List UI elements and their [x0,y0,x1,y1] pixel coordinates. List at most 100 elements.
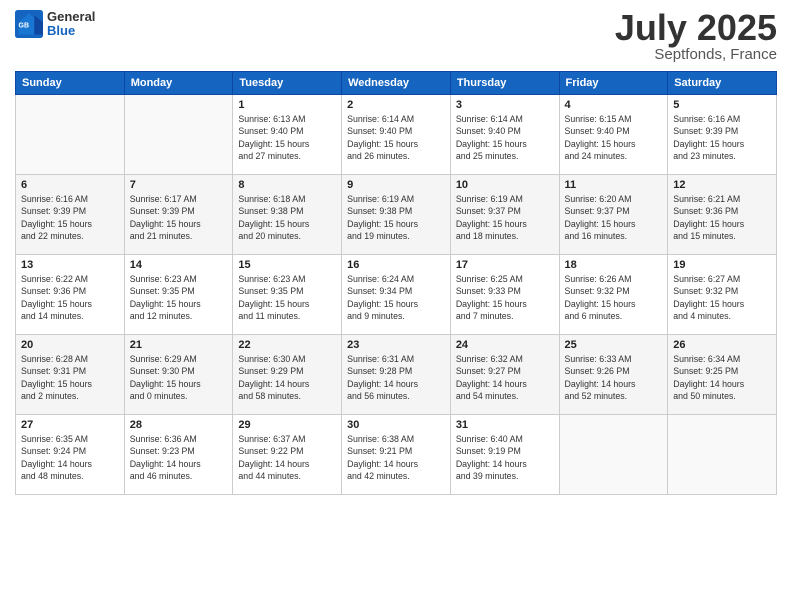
calendar-week-row: 6 Sunrise: 6:16 AM Sunset: 9:39 PM Daylig… [16,175,777,255]
table-row: 2 Sunrise: 6:14 AM Sunset: 9:40 PM Daylig… [342,95,451,175]
table-row: 21Sunrise: 6:29 AM Sunset: 9:30 PM Dayli… [124,335,233,415]
table-row: 25Sunrise: 6:33 AM Sunset: 9:26 PM Dayli… [559,335,668,415]
table-row [124,95,233,175]
day-info: Sunrise: 6:23 AM Sunset: 9:35 PM Dayligh… [238,273,336,322]
day-info: Sunrise: 6:18 AM Sunset: 9:38 PM Dayligh… [238,193,336,242]
day-info: Sunrise: 6:36 AM Sunset: 9:23 PM Dayligh… [130,433,228,482]
table-row: 22 Sunrise: 6:30 AM Sunset: 9:29 PM Dayli… [233,335,342,415]
page-header: GB General Blue July 2025 Septfonds, Fra… [15,10,777,63]
table-row [559,415,668,495]
svg-text:GB: GB [19,23,30,30]
table-row: 27 Sunrise: 6:35 AM Sunset: 9:24 PM Dayli… [16,415,125,495]
day-info: Sunrise: 6:38 AM Sunset: 9:21 PM Dayligh… [347,433,445,482]
table-row: 26Sunrise: 6:34 AM Sunset: 9:25 PM Dayli… [668,335,777,415]
day-info: Sunrise: 6:25 AM Sunset: 9:33 PM Dayligh… [456,273,554,322]
day-info: Sunrise: 6:16 AM Sunset: 9:39 PM Dayligh… [21,193,119,242]
day-number: 9 [347,179,445,191]
day-number: 17 [456,259,554,271]
day-info: Sunrise: 6:21 AM Sunset: 9:36 PM Dayligh… [673,193,771,242]
day-number: 19 [673,259,771,271]
day-info: Sunrise: 6:30 AM Sunset: 9:29 PM Dayligh… [238,353,336,402]
table-row: 5Sunrise: 6:16 AM Sunset: 9:39 PM Daylig… [668,95,777,175]
day-number: 15 [238,259,336,271]
table-row: 3 Sunrise: 6:14 AM Sunset: 9:40 PM Daylig… [450,95,559,175]
table-row: 20Sunrise: 6:28 AM Sunset: 9:31 PM Dayli… [16,335,125,415]
table-row: 7 Sunrise: 6:17 AM Sunset: 9:39 PM Daylig… [124,175,233,255]
table-row: 31Sunrise: 6:40 AM Sunset: 9:19 PM Dayli… [450,415,559,495]
col-wednesday: Wednesday [342,72,451,95]
table-row: 9 Sunrise: 6:19 AM Sunset: 9:38 PM Daylig… [342,175,451,255]
table-row: 16Sunrise: 6:24 AM Sunset: 9:34 PM Dayli… [342,255,451,335]
calendar-week-row: 20Sunrise: 6:28 AM Sunset: 9:31 PM Dayli… [16,335,777,415]
day-info: Sunrise: 6:32 AM Sunset: 9:27 PM Dayligh… [456,353,554,402]
day-info: Sunrise: 6:26 AM Sunset: 9:32 PM Dayligh… [565,273,663,322]
day-number: 6 [21,179,119,191]
day-number: 18 [565,259,663,271]
day-info: Sunrise: 6:13 AM Sunset: 9:40 PM Dayligh… [238,113,336,162]
day-number: 28 [130,419,228,431]
table-row [16,95,125,175]
day-number: 4 [565,99,663,111]
calendar-title: July 2025 [615,10,777,46]
day-info: Sunrise: 6:23 AM Sunset: 9:35 PM Dayligh… [130,273,228,322]
day-info: Sunrise: 6:19 AM Sunset: 9:38 PM Dayligh… [347,193,445,242]
logo-general: General [47,10,95,24]
logo: GB General Blue [15,10,95,39]
day-info: Sunrise: 6:17 AM Sunset: 9:39 PM Dayligh… [130,193,228,242]
day-number: 1 [238,99,336,111]
col-friday: Friday [559,72,668,95]
day-number: 14 [130,259,228,271]
day-number: 22 [238,339,336,351]
day-info: Sunrise: 6:35 AM Sunset: 9:24 PM Dayligh… [21,433,119,482]
table-row: 29Sunrise: 6:37 AM Sunset: 9:22 PM Dayli… [233,415,342,495]
day-number: 13 [21,259,119,271]
day-number: 8 [238,179,336,191]
day-info: Sunrise: 6:27 AM Sunset: 9:32 PM Dayligh… [673,273,771,322]
day-info: Sunrise: 6:19 AM Sunset: 9:37 PM Dayligh… [456,193,554,242]
table-row: 23 Sunrise: 6:31 AM Sunset: 9:28 PM Dayli… [342,335,451,415]
day-info: Sunrise: 6:33 AM Sunset: 9:26 PM Dayligh… [565,353,663,402]
day-info: Sunrise: 6:37 AM Sunset: 9:22 PM Dayligh… [238,433,336,482]
table-row [668,415,777,495]
day-info: Sunrise: 6:14 AM Sunset: 9:40 PM Dayligh… [456,113,554,162]
table-row: 4 Sunrise: 6:15 AM Sunset: 9:40 PM Daylig… [559,95,668,175]
title-block: July 2025 Septfonds, France [615,10,777,63]
table-row: 11Sunrise: 6:20 AM Sunset: 9:37 PM Dayli… [559,175,668,255]
day-info: Sunrise: 6:31 AM Sunset: 9:28 PM Dayligh… [347,353,445,402]
calendar-page: GB General Blue July 2025 Septfonds, Fra… [0,0,792,612]
table-row: 12Sunrise: 6:21 AM Sunset: 9:36 PM Dayli… [668,175,777,255]
day-info: Sunrise: 6:29 AM Sunset: 9:30 PM Dayligh… [130,353,228,402]
day-info: Sunrise: 6:15 AM Sunset: 9:40 PM Dayligh… [565,113,663,162]
col-thursday: Thursday [450,72,559,95]
day-number: 24 [456,339,554,351]
logo-icon: GB [15,10,43,38]
table-row: 13 Sunrise: 6:22 AM Sunset: 9:36 PM Dayli… [16,255,125,335]
day-number: 10 [456,179,554,191]
day-number: 27 [21,419,119,431]
calendar-header-row: Sunday Monday Tuesday Wednesday Thursday… [16,72,777,95]
day-info: Sunrise: 6:22 AM Sunset: 9:36 PM Dayligh… [21,273,119,322]
day-info: Sunrise: 6:28 AM Sunset: 9:31 PM Dayligh… [21,353,119,402]
table-row: 19 Sunrise: 6:27 AM Sunset: 9:32 PM Dayli… [668,255,777,335]
table-row: 15 Sunrise: 6:23 AM Sunset: 9:35 PM Dayli… [233,255,342,335]
day-number: 7 [130,179,228,191]
day-number: 23 [347,339,445,351]
logo-text: General Blue [47,10,95,39]
table-row: 8 Sunrise: 6:18 AM Sunset: 9:38 PM Daylig… [233,175,342,255]
day-info: Sunrise: 6:14 AM Sunset: 9:40 PM Dayligh… [347,113,445,162]
day-number: 3 [456,99,554,111]
col-monday: Monday [124,72,233,95]
day-info: Sunrise: 6:20 AM Sunset: 9:37 PM Dayligh… [565,193,663,242]
day-number: 5 [673,99,771,111]
col-saturday: Saturday [668,72,777,95]
table-row: 1 Sunrise: 6:13 AM Sunset: 9:40 PM Daylig… [233,95,342,175]
day-number: 26 [673,339,771,351]
calendar-week-row: 13 Sunrise: 6:22 AM Sunset: 9:36 PM Dayli… [16,255,777,335]
table-row: 17 Sunrise: 6:25 AM Sunset: 9:33 PM Dayli… [450,255,559,335]
calendar-week-row: 1 Sunrise: 6:13 AM Sunset: 9:40 PM Daylig… [16,95,777,175]
day-number: 2 [347,99,445,111]
logo-blue: Blue [47,24,95,38]
calendar-week-row: 27 Sunrise: 6:35 AM Sunset: 9:24 PM Dayli… [16,415,777,495]
calendar-location: Septfonds, France [615,46,777,63]
col-sunday: Sunday [16,72,125,95]
